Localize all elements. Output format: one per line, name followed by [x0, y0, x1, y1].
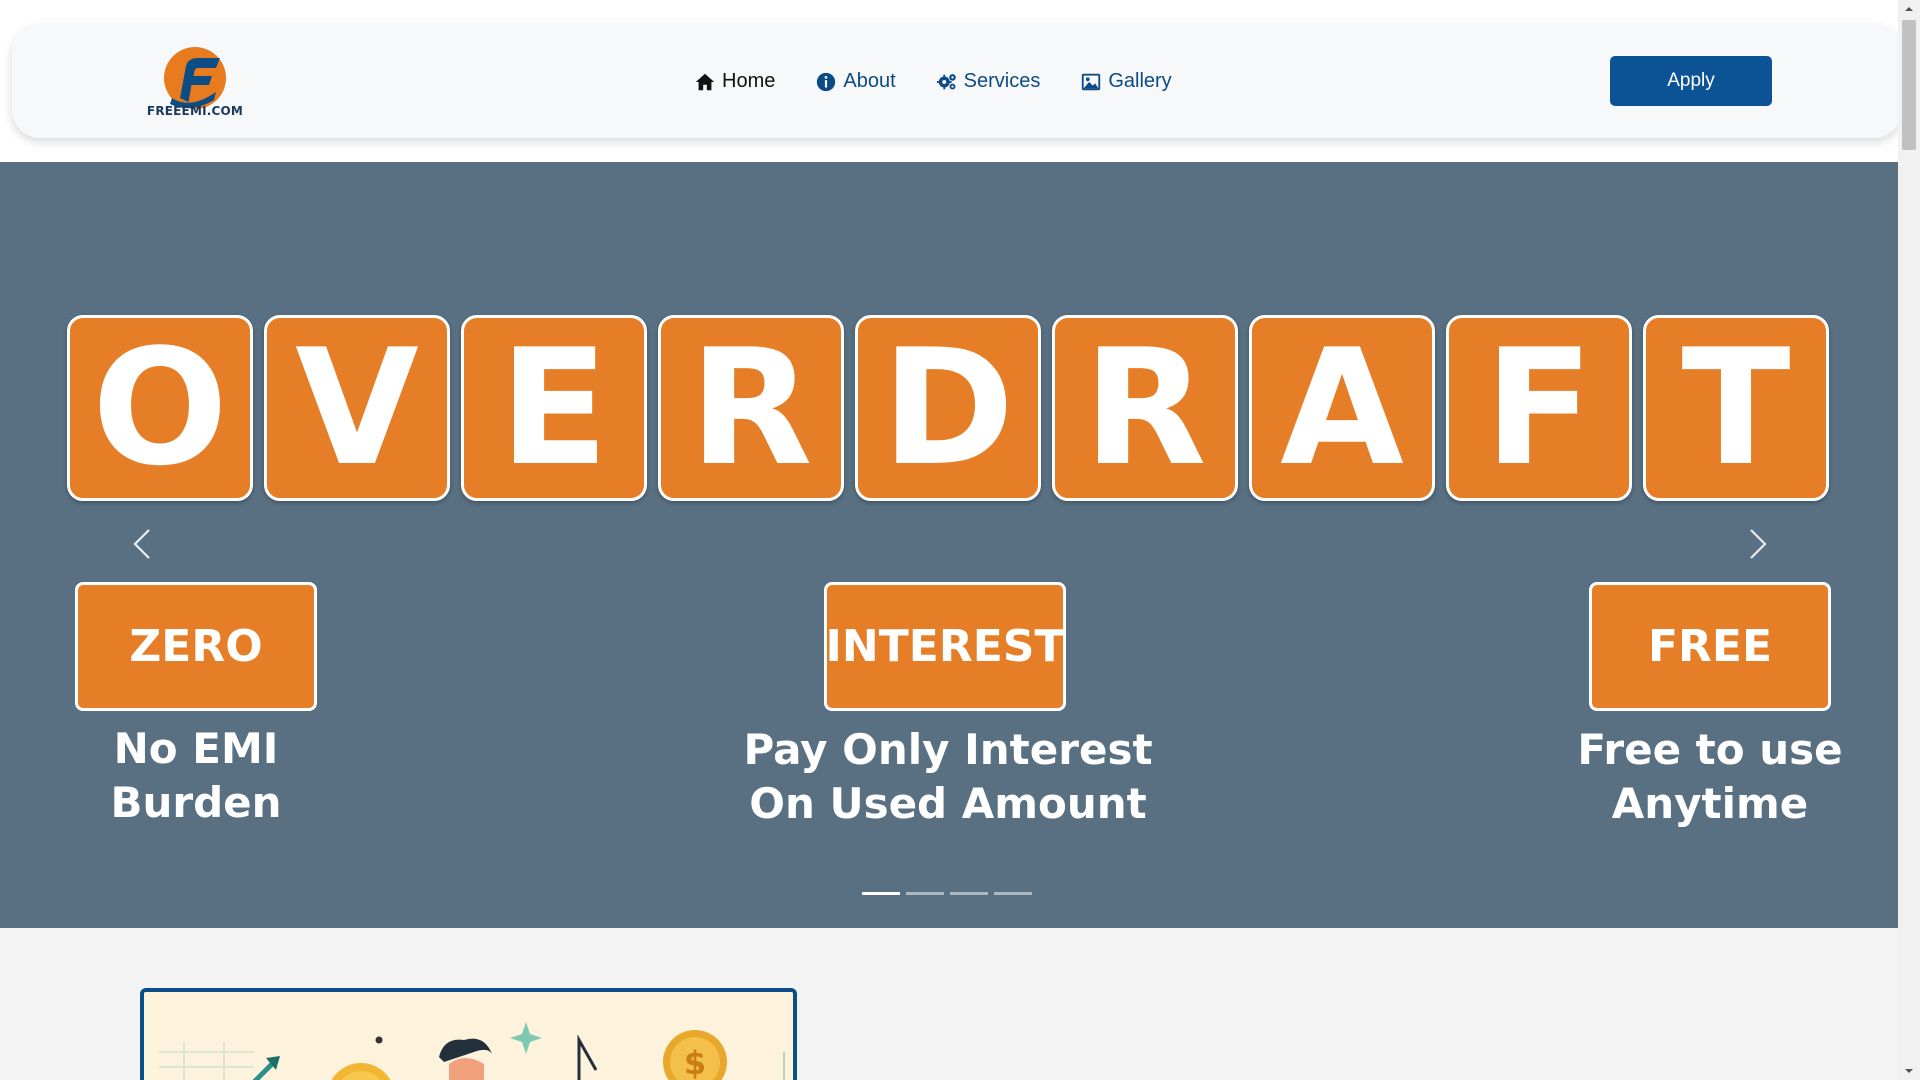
- home-icon: [695, 73, 715, 90]
- page-scrollbar[interactable]: [1898, 0, 1920, 1080]
- letter-tile: R: [658, 315, 844, 501]
- carousel-indicator-3[interactable]: [950, 892, 988, 895]
- nav-gallery-label: Gallery: [1108, 70, 1172, 92]
- letter-tile: F: [1446, 315, 1632, 501]
- feature-caption-zero: No EMI Burden: [60, 722, 332, 830]
- tile-letter: A: [1280, 314, 1404, 501]
- letter-tile: A: [1249, 315, 1435, 501]
- tile-letter: R: [1083, 314, 1207, 501]
- main-nav: Home About Services Gallery: [694, 70, 1172, 93]
- overdraft-tiles: O V E R D R A F T: [67, 315, 1829, 501]
- finance-illustration: $: [144, 992, 793, 1080]
- badge-label: FREE: [1647, 621, 1773, 672]
- svg-text:$: $: [684, 1044, 706, 1080]
- caption-line: Free to use: [1577, 725, 1843, 774]
- chevron-right-icon: [1750, 529, 1767, 559]
- carousel-indicator-2[interactable]: [906, 892, 944, 895]
- illustration-card: $: [140, 988, 797, 1080]
- carousel-next-button[interactable]: [1737, 524, 1777, 564]
- badge-label: INTEREST: [825, 621, 1065, 672]
- nav-gallery[interactable]: Gallery: [1080, 70, 1172, 93]
- chevron-left-icon: [133, 529, 150, 559]
- scroll-down-arrow-icon[interactable]: [1898, 1062, 1920, 1080]
- tile-letter: O: [91, 314, 228, 501]
- feature-badge-interest: INTEREST: [824, 582, 1066, 711]
- caption-line: Pay Only Interest: [743, 725, 1153, 774]
- brand-name: FREEEMI.COM: [146, 104, 244, 118]
- carousel-indicators: [862, 892, 1032, 895]
- tile-letter: T: [1681, 314, 1791, 501]
- caption-line: No EMI: [113, 724, 279, 773]
- tile-letter: F: [1484, 314, 1594, 501]
- tile-letter: E: [499, 314, 609, 501]
- nav-services[interactable]: Services: [936, 70, 1041, 93]
- carousel-indicator-1[interactable]: [862, 892, 900, 895]
- image-icon: [1082, 73, 1101, 90]
- letter-tile: D: [855, 315, 1041, 501]
- apply-button[interactable]: Apply: [1610, 56, 1772, 106]
- carousel-prev-button[interactable]: [123, 524, 163, 564]
- tile-letter: V: [295, 314, 419, 501]
- info-icon: [817, 72, 836, 91]
- hero-carousel: O V E R D R A F T ZERO No EMI Burden INT…: [0, 162, 1898, 928]
- nav-about[interactable]: About: [815, 70, 896, 93]
- nav-services-label: Services: [963, 70, 1041, 92]
- carousel-indicator-4[interactable]: [994, 892, 1032, 895]
- nav-home-label: Home: [722, 70, 776, 92]
- nav-about-label: About: [843, 70, 896, 92]
- gears-icon: [936, 73, 956, 90]
- letter-tile: R: [1052, 315, 1238, 501]
- feature-caption-interest: Pay Only Interest On Used Amount: [698, 723, 1198, 831]
- letter-tile: V: [264, 315, 450, 501]
- nav-home[interactable]: Home: [694, 70, 775, 93]
- caption-line: On Used Amount: [749, 779, 1147, 828]
- letter-tile: T: [1643, 315, 1829, 501]
- scroll-up-arrow-icon[interactable]: [1898, 0, 1920, 18]
- feature-badge-free: FREE: [1589, 582, 1831, 711]
- feature-badge-zero: ZERO: [75, 582, 317, 711]
- scrollbar-thumb[interactable]: [1902, 20, 1916, 150]
- caption-line: Anytime: [1611, 779, 1809, 828]
- badge-label: ZERO: [129, 621, 263, 672]
- tile-letter: R: [689, 314, 813, 501]
- tile-letter: D: [881, 314, 1015, 501]
- caption-line: Burden: [110, 778, 282, 827]
- feature-caption-free: Free to use Anytime: [1560, 723, 1860, 831]
- letter-tile: O: [67, 315, 253, 501]
- letter-tile: E: [461, 315, 647, 501]
